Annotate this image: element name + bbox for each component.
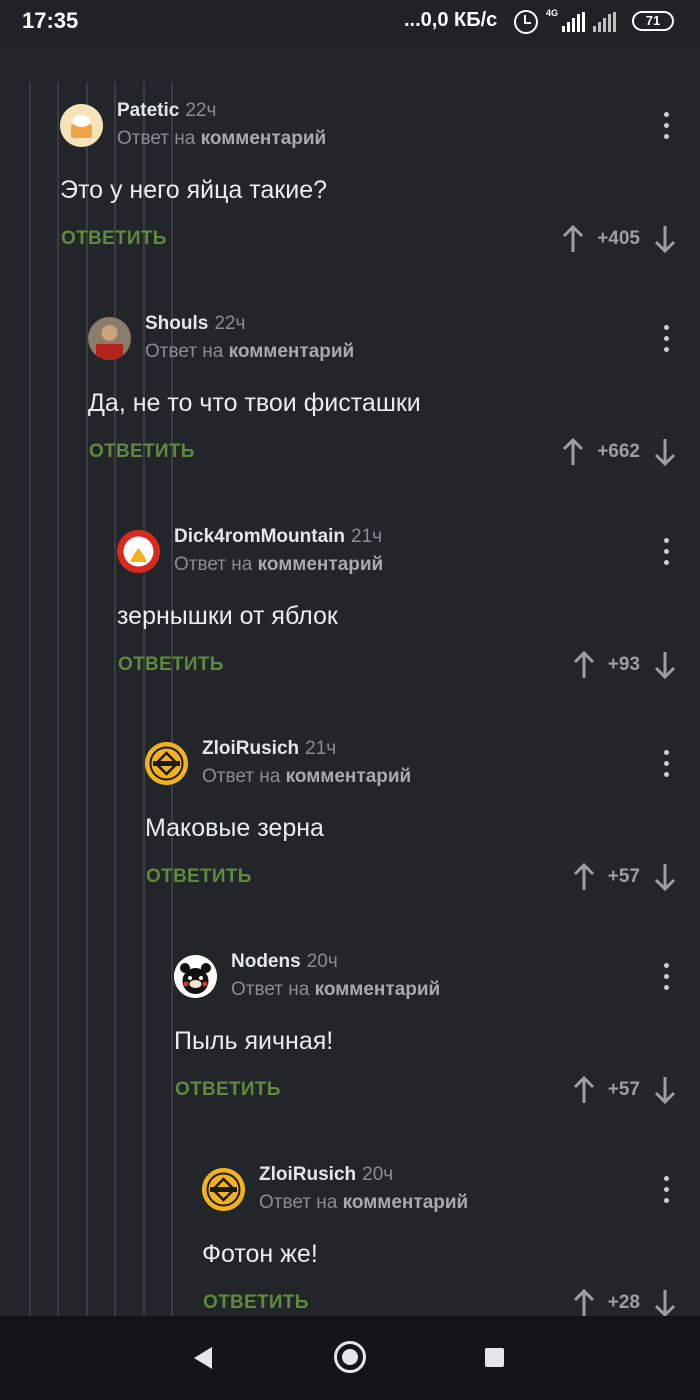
- arrow-up-icon[interactable]: [573, 651, 595, 679]
- reply-context: Ответ на комментарий: [231, 979, 441, 1000]
- arrow-up-icon[interactable]: [562, 438, 584, 466]
- recents-icon[interactable]: [485, 1348, 504, 1367]
- more-vertical-icon[interactable]: [664, 963, 670, 991]
- comment: ZloiRusich 21ч Ответ на комментарий Маков…: [145, 720, 700, 933]
- battery-icon: 71: [632, 11, 674, 31]
- comment-time: 22ч: [214, 313, 246, 334]
- vote-score: +28: [607, 1292, 640, 1313]
- reply-target-link[interactable]: комментарий: [258, 554, 384, 575]
- reply-context: Ответ на комментарий: [174, 554, 384, 575]
- arrow-down-icon[interactable]: [654, 651, 676, 679]
- avatar[interactable]: [117, 530, 160, 573]
- more-vertical-icon[interactable]: [664, 750, 670, 778]
- username[interactable]: Nodens 20ч: [231, 951, 338, 973]
- comment: Dick4romMountain 21ч Ответ на комментарий…: [117, 508, 700, 721]
- arrow-up-icon[interactable]: [573, 1289, 595, 1317]
- thread-line: [57, 82, 59, 1316]
- comment: Nodens 20ч Ответ на комментарий Пыль яичн…: [174, 933, 700, 1146]
- avatar[interactable]: [145, 742, 188, 785]
- username[interactable]: ZloiRusich 20ч: [259, 1164, 393, 1186]
- comment: Patetic 22ч Ответ на комментарий Это у не…: [60, 82, 700, 295]
- status-icons: 4G: [514, 8, 617, 35]
- comment-time: 20ч: [306, 951, 338, 972]
- vote-controls: +57: [573, 860, 676, 894]
- reply-button[interactable]: ОТВЕТИТЬ: [89, 441, 195, 463]
- username[interactable]: Patetic 22ч: [117, 100, 216, 122]
- comment-time: 21ч: [305, 738, 337, 759]
- thread-line: [29, 82, 31, 1316]
- comment-text: Фотон же!: [202, 1240, 318, 1268]
- vote-score: +662: [597, 441, 640, 462]
- reply-button[interactable]: ОТВЕТИТЬ: [175, 1079, 281, 1101]
- signal-secondary-icon: [593, 12, 617, 32]
- alarm-icon: [514, 10, 538, 34]
- more-vertical-icon[interactable]: [664, 325, 670, 353]
- reply-target-link[interactable]: комментарий: [315, 979, 441, 1000]
- comment-text: Это у него яйца такие?: [60, 176, 328, 204]
- arrow-down-icon[interactable]: [654, 438, 676, 466]
- more-vertical-icon[interactable]: [664, 1176, 670, 1204]
- reply-context: Ответ на комментарий: [117, 128, 327, 149]
- username[interactable]: ZloiRusich 21ч: [202, 738, 336, 760]
- more-vertical-icon[interactable]: [664, 538, 670, 566]
- vote-controls: +405: [562, 222, 676, 256]
- vote-score: +93: [607, 654, 640, 675]
- comment-text: Маковые зерна: [145, 814, 324, 842]
- vote-controls: +662: [562, 435, 676, 469]
- reply-button[interactable]: ОТВЕТИТЬ: [203, 1292, 309, 1314]
- comment-text: зернышки от яблок: [117, 602, 338, 630]
- arrow-down-icon[interactable]: [654, 1076, 676, 1104]
- reply-target-link[interactable]: комментарий: [343, 1192, 469, 1213]
- reply-button[interactable]: ОТВЕТИТЬ: [118, 654, 224, 676]
- vote-controls: +57: [573, 1073, 676, 1107]
- navigation-bar: [0, 1316, 700, 1400]
- lte-label: 4G: [546, 8, 559, 18]
- reply-context: Ответ на комментарий: [259, 1192, 469, 1213]
- arrow-up-icon[interactable]: [562, 225, 584, 253]
- vote-score: +405: [597, 228, 640, 249]
- avatar[interactable]: [88, 317, 131, 360]
- reply-context: Ответ на комментарий: [202, 766, 412, 787]
- reply-context: Ответ на комментарий: [145, 341, 355, 362]
- signal-icon: [562, 12, 586, 32]
- reply-button[interactable]: ОТВЕТИТЬ: [61, 228, 167, 250]
- reply-button[interactable]: ОТВЕТИТЬ: [146, 866, 252, 888]
- username[interactable]: Dick4romMountain 21ч: [174, 526, 382, 548]
- comment-time: 21ч: [351, 526, 383, 547]
- home-icon[interactable]: [334, 1341, 366, 1373]
- comment-time: 20ч: [362, 1164, 394, 1185]
- arrow-up-icon[interactable]: [573, 863, 595, 891]
- vote-score: +57: [607, 1079, 640, 1100]
- avatar[interactable]: [174, 955, 217, 998]
- arrow-down-icon[interactable]: [654, 863, 676, 891]
- network-speed: ...0,0 КБ/с: [404, 9, 498, 31]
- arrow-up-icon[interactable]: [573, 1076, 595, 1104]
- arrow-down-icon[interactable]: [654, 225, 676, 253]
- comment: Shouls 22ч Ответ на комментарий Да, не то…: [88, 295, 700, 508]
- vote-controls: +28: [573, 1286, 676, 1320]
- comment-time: 22ч: [185, 100, 217, 121]
- vote-score: +57: [607, 866, 640, 887]
- reply-target-link[interactable]: комментарий: [286, 766, 412, 787]
- more-vertical-icon[interactable]: [664, 112, 670, 140]
- comment-text: Пыль яичная!: [174, 1027, 334, 1055]
- status-bar: 17:35 ...0,0 КБ/с 4G 71: [0, 0, 700, 44]
- reply-target-link[interactable]: комментарий: [201, 128, 327, 149]
- username[interactable]: Shouls 22ч: [145, 313, 245, 335]
- reply-target-link[interactable]: комментарий: [229, 341, 355, 362]
- avatar[interactable]: [202, 1168, 245, 1211]
- status-time: 17:35: [22, 8, 79, 33]
- arrow-down-icon[interactable]: [654, 1289, 676, 1317]
- avatar[interactable]: [60, 104, 103, 147]
- vote-controls: +93: [573, 648, 676, 682]
- comment-text: Да, не то что твои фисташки: [88, 389, 421, 417]
- back-icon[interactable]: [192, 1346, 214, 1370]
